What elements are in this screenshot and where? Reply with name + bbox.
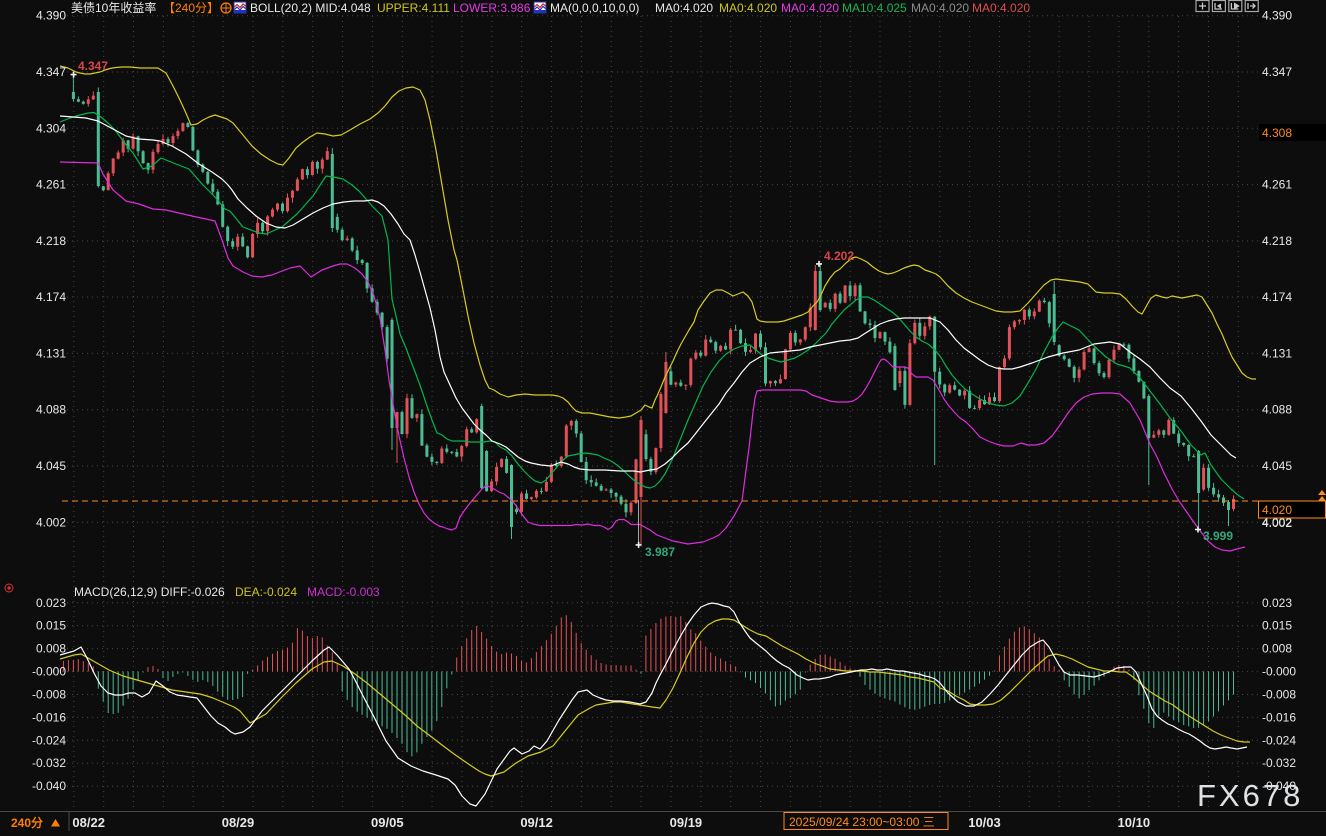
svg-text:MACD(26,12,9) DIFF:-0.026: MACD(26,12,9) DIFF:-0.026 bbox=[74, 585, 225, 599]
svg-text:MACD:-0.003: MACD:-0.003 bbox=[307, 585, 380, 599]
svg-text:4.202: 4.202 bbox=[824, 249, 854, 263]
svg-text:2025/09/24 23:00~03:00 三: 2025/09/24 23:00~03:00 三 bbox=[789, 815, 935, 829]
svg-text:3.987: 3.987 bbox=[645, 545, 675, 559]
svg-text:4.308: 4.308 bbox=[1262, 126, 1292, 140]
svg-text:-0.000: -0.000 bbox=[1262, 665, 1296, 679]
svg-text:-0.016: -0.016 bbox=[32, 710, 66, 724]
svg-text:-0.032: -0.032 bbox=[1262, 756, 1296, 770]
svg-text:4.088: 4.088 bbox=[1262, 403, 1292, 417]
svg-text:08/22: 08/22 bbox=[72, 815, 105, 830]
svg-text:4.261: 4.261 bbox=[36, 178, 66, 192]
svg-text:4.218: 4.218 bbox=[36, 234, 66, 248]
svg-text:4.304: 4.304 bbox=[36, 121, 66, 135]
svg-text:UPPER:4.111: UPPER:4.111 bbox=[377, 1, 450, 15]
svg-text:4.347: 4.347 bbox=[36, 65, 66, 79]
svg-text:DEA:-0.024: DEA:-0.024 bbox=[235, 585, 297, 599]
svg-text:-0.040: -0.040 bbox=[32, 779, 66, 793]
svg-text:4.045: 4.045 bbox=[36, 459, 66, 473]
svg-text:4.390: 4.390 bbox=[1262, 9, 1292, 23]
svg-text:0.015: 0.015 bbox=[36, 619, 66, 633]
svg-text:0.015: 0.015 bbox=[1262, 619, 1292, 633]
svg-text:MA0:4.020: MA0:4.020 bbox=[972, 1, 1030, 15]
svg-text:0.023: 0.023 bbox=[1262, 596, 1292, 610]
svg-text:4.131: 4.131 bbox=[36, 346, 66, 360]
svg-text:MA0:4.020: MA0:4.020 bbox=[911, 1, 969, 15]
svg-text:0.023: 0.023 bbox=[36, 596, 66, 610]
svg-text:10/10: 10/10 bbox=[1118, 815, 1151, 830]
svg-text:0.008: 0.008 bbox=[1262, 642, 1292, 656]
svg-text:240分: 240分 bbox=[11, 815, 43, 830]
svg-text:FX678: FX678 bbox=[1197, 778, 1303, 813]
svg-text:4.045: 4.045 bbox=[1262, 459, 1292, 473]
svg-text:美债10年收益率: 美债10年收益率 bbox=[71, 0, 156, 15]
svg-text:MA0:4.020: MA0:4.020 bbox=[719, 1, 777, 15]
svg-text:4.131: 4.131 bbox=[1262, 346, 1292, 360]
svg-text:-0.016: -0.016 bbox=[1262, 710, 1296, 724]
svg-text:-0.000: -0.000 bbox=[32, 665, 66, 679]
svg-text:-0.008: -0.008 bbox=[1262, 688, 1296, 702]
svg-text:09/19: 09/19 bbox=[670, 815, 703, 830]
svg-text:4.020: 4.020 bbox=[1262, 503, 1292, 517]
svg-text:10/03: 10/03 bbox=[968, 815, 1001, 830]
svg-text:MA10:4.025: MA10:4.025 bbox=[842, 1, 907, 15]
svg-text:09/05: 09/05 bbox=[371, 815, 404, 830]
svg-text:【240分】: 【240分】 bbox=[163, 1, 219, 15]
svg-text:-0.024: -0.024 bbox=[32, 733, 66, 747]
svg-text:-0.024: -0.024 bbox=[1262, 733, 1296, 747]
svg-text:0.008: 0.008 bbox=[36, 642, 66, 656]
svg-text:4.002: 4.002 bbox=[36, 515, 66, 529]
svg-text:3.999: 3.999 bbox=[1203, 529, 1233, 543]
svg-text:09/12: 09/12 bbox=[520, 815, 553, 830]
svg-text:4.347: 4.347 bbox=[1262, 65, 1292, 79]
svg-text:BOLL(20,2) MID:4.048: BOLL(20,2) MID:4.048 bbox=[250, 1, 371, 15]
svg-text:LOWER:3.986: LOWER:3.986 bbox=[453, 1, 531, 15]
svg-text:4.174: 4.174 bbox=[1262, 290, 1292, 304]
svg-text:4.174: 4.174 bbox=[36, 290, 66, 304]
svg-text:-0.008: -0.008 bbox=[32, 688, 66, 702]
svg-text:4.261: 4.261 bbox=[1262, 178, 1292, 192]
svg-text:4.347: 4.347 bbox=[78, 59, 108, 73]
svg-text:MA(0,0,0,10,0,0): MA(0,0,0,10,0,0) bbox=[550, 1, 639, 15]
svg-text:4.002: 4.002 bbox=[1262, 516, 1292, 530]
svg-text:08/29: 08/29 bbox=[222, 815, 255, 830]
svg-text:-0.032: -0.032 bbox=[32, 756, 66, 770]
svg-text:MA0:4.020: MA0:4.020 bbox=[655, 1, 713, 15]
svg-text:4.390: 4.390 bbox=[36, 9, 66, 23]
svg-text:4.088: 4.088 bbox=[36, 403, 66, 417]
svg-text:4.218: 4.218 bbox=[1262, 234, 1292, 248]
svg-text:MA0:4.020: MA0:4.020 bbox=[781, 1, 839, 15]
